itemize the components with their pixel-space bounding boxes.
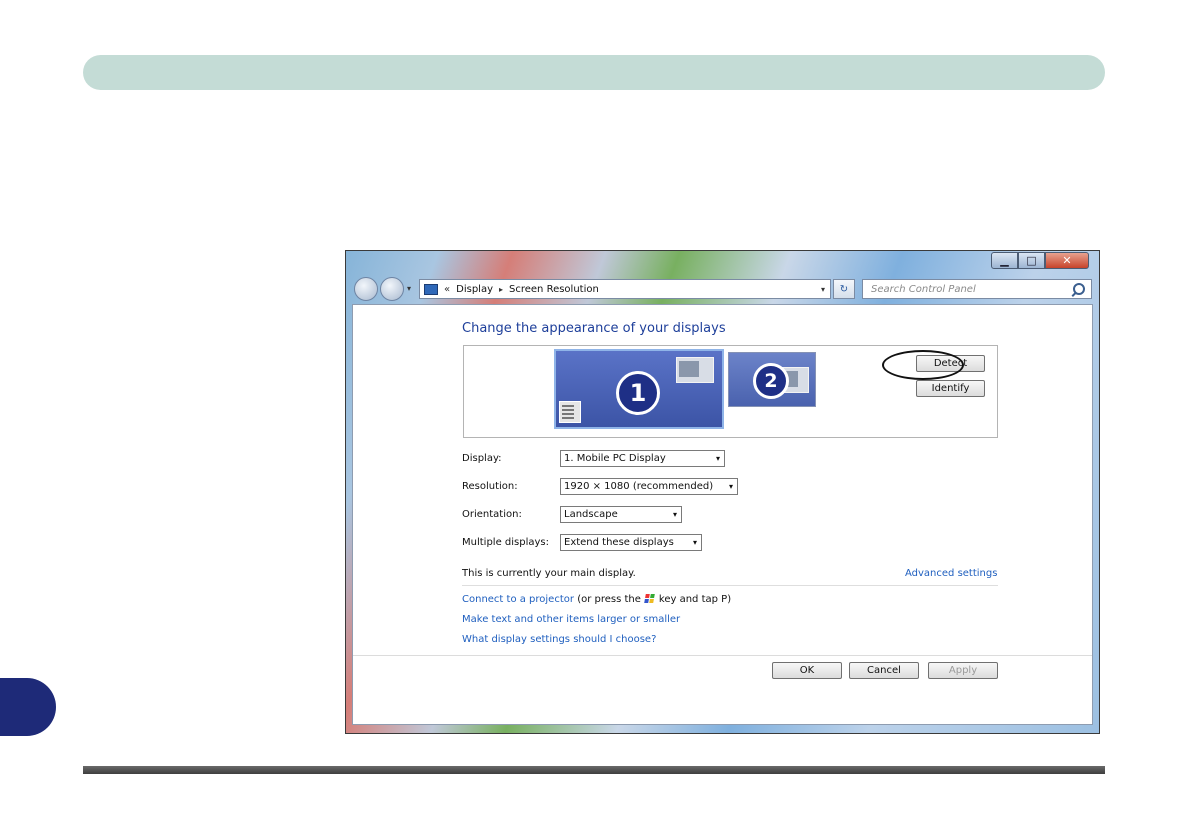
breadcrumb-screen-resolution[interactable]: Screen Resolution — [509, 284, 599, 295]
address-dropdown-icon[interactable]: ▾ — [821, 285, 825, 294]
main-display-status: This is currently your main display. — [462, 568, 636, 579]
connect-projector-hint-end: key and tap P) — [658, 594, 732, 605]
page-header-bar — [83, 55, 1105, 90]
chevron-down-icon: ▾ — [692, 538, 697, 547]
cancel-button[interactable]: Cancel — [849, 662, 919, 679]
connect-projector-line: Connect to a projector (or press the key … — [462, 594, 731, 605]
connect-projector-link[interactable]: Connect to a projector — [462, 594, 574, 605]
monitor-1-number: 1 — [616, 371, 660, 415]
resolution-select-value: 1920 × 1080 (recommended) — [564, 481, 714, 492]
maximize-button[interactable]: □ — [1018, 252, 1045, 269]
orientation-select[interactable]: Landscape ▾ — [560, 506, 682, 523]
refresh-button[interactable]: ↻ — [833, 279, 855, 299]
orientation-select-value: Landscape — [564, 509, 618, 520]
multiple-displays-select-value: Extend these displays — [564, 537, 674, 548]
back-button[interactable] — [354, 277, 378, 301]
text-size-link[interactable]: Make text and other items larger or smal… — [462, 614, 680, 625]
search-icon[interactable] — [1073, 283, 1085, 295]
monitor-arrangement-area: 1 2 Detect Identify — [463, 345, 998, 438]
monitor-2-number: 2 — [753, 363, 789, 399]
search-input[interactable]: Search Control Panel — [862, 279, 1092, 299]
orientation-label: Orientation: — [462, 509, 522, 520]
connect-projector-hint: (or press the — [577, 594, 641, 605]
footer-rule — [83, 766, 1105, 774]
close-button[interactable]: ✕ — [1045, 252, 1089, 269]
monitor-2[interactable]: 2 — [728, 352, 816, 407]
display-select-value: 1. Mobile PC Display — [564, 453, 666, 464]
ok-button[interactable]: OK — [772, 662, 842, 679]
display-settings-help-link[interactable]: What display settings should I choose? — [462, 634, 656, 645]
identify-button[interactable]: Identify — [916, 380, 985, 397]
search-placeholder: Search Control Panel — [871, 283, 976, 295]
control-panel-icon — [424, 283, 438, 295]
footer-divider — [353, 655, 1092, 656]
forward-button[interactable] — [380, 277, 404, 301]
detect-highlight-oval — [882, 350, 964, 380]
display-label: Display: — [462, 453, 502, 464]
monitor-1[interactable]: 1 — [554, 349, 724, 429]
breadcrumb-arrow-icon[interactable]: ▸ — [499, 285, 503, 294]
monitor-1-window-thumbnail — [676, 357, 714, 383]
breadcrumb-overflow[interactable]: « — [444, 284, 450, 295]
multiple-displays-select[interactable]: Extend these displays ▾ — [560, 534, 702, 551]
resolution-label: Resolution: — [462, 481, 518, 492]
chevron-down-icon: ▾ — [728, 482, 733, 491]
monitor-1-desktop-icon — [559, 401, 581, 423]
windows-key-icon — [644, 594, 656, 603]
page-title: Change the appearance of your displays — [462, 321, 726, 336]
apply-button[interactable]: Apply — [928, 662, 998, 679]
chapter-side-tab — [0, 678, 56, 736]
resolution-select[interactable]: 1920 × 1080 (recommended) ▾ — [560, 478, 738, 495]
display-select[interactable]: 1. Mobile PC Display ▾ — [560, 450, 725, 467]
chevron-down-icon: ▾ — [672, 510, 677, 519]
chevron-down-icon: ▾ — [715, 454, 720, 463]
screen-resolution-window: ▁ □ ✕ ▾ « Display ▸ Screen Resolution ▾ … — [345, 250, 1100, 734]
window-controls: ▁ □ ✕ — [991, 252, 1089, 269]
breadcrumb-display[interactable]: Display — [456, 284, 493, 295]
address-bar[interactable]: « Display ▸ Screen Resolution ▾ — [419, 279, 831, 299]
advanced-settings-link[interactable]: Advanced settings — [905, 568, 997, 579]
minimize-button[interactable]: ▁ — [991, 252, 1018, 269]
section-divider — [462, 585, 998, 586]
recent-pages-dropdown[interactable]: ▾ — [407, 284, 411, 293]
multiple-displays-label: Multiple displays: — [462, 537, 549, 548]
content-pane: Change the appearance of your displays 1… — [352, 304, 1093, 725]
